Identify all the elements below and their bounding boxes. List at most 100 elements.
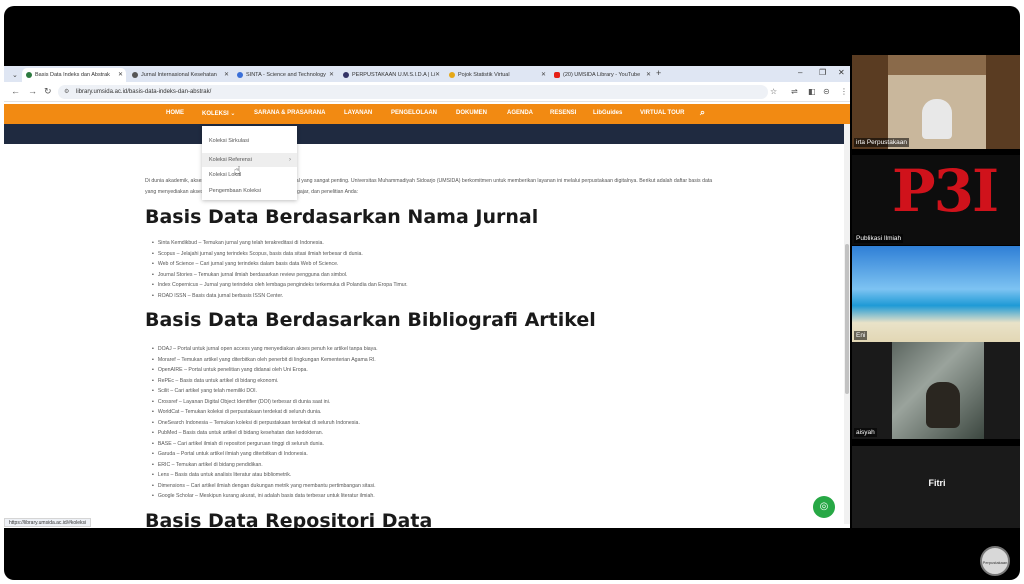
nav-sarana-prasarana[interactable]: SARANA & PRASARANA — [254, 110, 325, 116]
back-icon[interactable]: ← — [11, 86, 20, 96]
tab-favicon-icon — [343, 72, 349, 78]
list-bibliografi: DOAJ – Portal untuk jurnal open access y… — [152, 344, 378, 502]
tab-label: Basis Data Indeks dan Abstrak — [35, 72, 110, 78]
tab-close-icon[interactable]: ✕ — [329, 71, 334, 78]
search-icon[interactable]: ⌕ — [700, 107, 705, 118]
heading-bibliografi: Basis Data Berdasarkan Bibliografi Artik… — [145, 309, 596, 331]
list-item[interactable]: Web of Science – Cari jurnal yang terind… — [152, 259, 408, 270]
tab-jurnal-internasional[interactable]: Jurnal Internasional Kesehatan ✕ — [128, 68, 232, 82]
dropdown-item-referensi[interactable]: Koleksi Referensi › — [202, 153, 297, 167]
self-view-avatar[interactable]: Perpustakaan — [980, 546, 1010, 576]
site-info-icon[interactable]: ⚙ — [64, 85, 69, 99]
nav-koleksi[interactable]: KOLEKSI ⌄ — [202, 110, 235, 117]
page-scrollbar[interactable] — [844, 124, 850, 524]
tab-label: Pojok Statistik Virtual — [458, 72, 510, 78]
list-item[interactable]: Crossref – Layanan Digital Object Identi… — [152, 397, 378, 408]
chat-icon[interactable]: ◎ — [813, 496, 835, 518]
person-avatar — [926, 382, 960, 428]
tab-favicon-icon — [237, 72, 243, 78]
participant-name: aisyah — [854, 428, 877, 437]
list-item[interactable]: WorldCat – Temukan koleksi di perpustaka… — [152, 407, 378, 418]
tab-favicon-icon — [132, 72, 138, 78]
extensions-icon[interactable]: ⇌ — [791, 87, 798, 96]
list-item[interactable]: DOAJ – Portal untuk jurnal open access y… — [152, 344, 378, 355]
list-item[interactable]: Sinta Kemdikbud – Temukan jurnal yang te… — [152, 238, 408, 249]
list-item[interactable]: ERIC – Temukan artikel di bidang pendidi… — [152, 460, 378, 471]
list-item[interactable]: Moraref – Temukan artikel yang diterbitk… — [152, 355, 378, 366]
participant-tile[interactable]: Fitri — [852, 446, 1020, 528]
tab-close-icon[interactable]: ✕ — [435, 71, 440, 78]
tab-basis-data[interactable]: Basis Data Indeks dan Abstrak ✕ — [22, 68, 126, 82]
site-nav-bar: HOME KOLEKSI ⌄ SARANA & PRASARANA LAYANA… — [4, 104, 850, 124]
participant-name: irta Perpustakaan — [854, 138, 909, 147]
list-item[interactable]: BASE – Cari artikel ilmiah di repositori… — [152, 439, 378, 450]
nav-virtual-tour[interactable]: VIRTUAL TOUR — [640, 110, 684, 116]
participant-tile[interactable]: Eni — [852, 246, 1020, 342]
p3i-logo: P3I — [892, 157, 999, 225]
tab-label: Jurnal Internasional Kesehatan — [141, 72, 217, 78]
list-item[interactable]: Scopus – Jelajahi jurnal yang terindeks … — [152, 249, 408, 260]
list-item[interactable]: PubMed – Basis data untuk artikel di bid… — [152, 428, 378, 439]
reload-icon[interactable]: ↻ — [44, 86, 52, 97]
address-bar: ← → ↻ ⚙ library.umsida.ac.id/basis-data-… — [4, 82, 850, 102]
participant-tile[interactable]: irta Perpustakaan — [852, 55, 1020, 149]
nav-layanan[interactable]: LAYANAN — [344, 110, 372, 116]
meeting-window: ⌄ Basis Data Indeks dan Abstrak ✕ Jurnal… — [4, 6, 1020, 580]
dropdown-item-pengembaan[interactable]: Pengembaan Koleksi — [209, 188, 261, 194]
tab-close-icon[interactable]: ✕ — [541, 71, 546, 78]
tab-label: PERPUSTAKAAN U.M.S.I.D.A | Li — [352, 72, 436, 78]
list-item[interactable]: ROAD ISSN – Basis data jurnal berbasis I… — [152, 291, 408, 302]
nav-pengelolaan[interactable]: PENGELOLAAN — [391, 110, 437, 116]
list-item[interactable]: Google Scholar – Meskipun kurang akurat,… — [152, 491, 378, 502]
tab-sinta[interactable]: SINTA - Science and Technology ✕ — [233, 68, 337, 82]
tab-close-icon[interactable]: ✕ — [118, 71, 123, 78]
nav-agenda[interactable]: AGENDA — [507, 110, 533, 116]
tab-browser-menu[interactable]: ⌄ — [8, 68, 18, 82]
list-item[interactable]: Index Copernicus – Jurnal yang terindeks… — [152, 280, 408, 291]
tab-youtube[interactable]: (20) UMSIDA Library - YouTube ✕ — [550, 68, 654, 82]
close-window-icon[interactable]: ✕ — [838, 68, 845, 77]
list-item[interactable]: Scilit – Cari artikel yang telah memilik… — [152, 386, 378, 397]
person-avatar — [922, 99, 952, 139]
list-nama-jurnal: Sinta Kemdikbud – Temukan jurnal yang te… — [152, 238, 408, 301]
list-item[interactable]: Journal Stories – Temukan jurnal ilmiah … — [152, 270, 408, 281]
nav-dokumen[interactable]: DOKUMEN — [456, 110, 487, 116]
participant-name: Fitri — [928, 478, 946, 488]
koleksi-dropdown: Koleksi Sirkulasi Koleksi Referensi › Ko… — [202, 126, 297, 200]
list-item[interactable]: Garuda – Portal untuk artikel ilmiah yan… — [152, 449, 378, 460]
scrollbar-thumb[interactable] — [845, 244, 849, 394]
participant-name: Eni — [854, 331, 868, 340]
heading-nama-jurnal: Basis Data Berdasarkan Nama Jurnal — [145, 206, 539, 228]
profile-icon[interactable]: ⊝ — [823, 87, 830, 96]
tab-pojok-statistik[interactable]: Pojok Statistik Virtual ✕ — [445, 68, 549, 82]
tab-label: SINTA - Science and Technology — [246, 72, 326, 78]
shared-browser-window: ⌄ Basis Data Indeks dan Abstrak ✕ Jurnal… — [4, 66, 850, 528]
participant-tile[interactable]: aisyah — [852, 342, 1020, 439]
list-item[interactable]: OneSearch Indonesia – Temukan koleksi di… — [152, 418, 378, 429]
minimize-icon[interactable]: – — [798, 68, 802, 77]
tab-close-icon[interactable]: ✕ — [224, 71, 229, 78]
url-field[interactable]: ⚙ library.umsida.ac.id/basis-data-indeks… — [58, 85, 768, 99]
list-item[interactable]: RePEc – Basis data untuk artikel di bida… — [152, 376, 378, 387]
forward-icon[interactable]: → — [28, 86, 37, 96]
status-bar-url: https://library.umsida.ac.id/#koleksi — [4, 518, 92, 527]
browser-menu-icon[interactable]: ⋮ — [840, 87, 848, 96]
participant-tile[interactable]: P3I Publikasi Ilmiah — [852, 155, 1020, 245]
tab-favicon-icon — [449, 72, 455, 78]
new-tab-icon[interactable]: + — [656, 68, 661, 78]
list-item[interactable]: Dimensions – Cari artikel ilmiah dengan … — [152, 481, 378, 492]
chevron-down-icon: ⌄ — [230, 111, 236, 117]
header-strip — [4, 124, 850, 144]
url-text: library.umsida.ac.id/basis-data-indeks-d… — [76, 89, 212, 95]
sidepanel-icon[interactable]: ◧ — [808, 87, 816, 96]
list-item[interactable]: Lens – Basis data untuk analisis literat… — [152, 470, 378, 481]
tab-close-icon[interactable]: ✕ — [646, 71, 651, 78]
dropdown-item-sirkulasi[interactable]: Koleksi Sirkulasi — [209, 138, 249, 144]
nav-libguides[interactable]: LibGuides — [593, 110, 622, 116]
list-item[interactable]: OpenAIRE – Portal untuk penelitian yang … — [152, 365, 378, 376]
nav-resensi[interactable]: RESENSI — [550, 110, 576, 116]
tab-perpustakaan[interactable]: PERPUSTAKAAN U.M.S.I.D.A | Li ✕ — [339, 68, 443, 82]
bookmark-star-icon[interactable]: ☆ — [770, 87, 777, 96]
restore-icon[interactable]: ❐ — [819, 68, 826, 77]
nav-home[interactable]: HOME — [166, 110, 184, 116]
